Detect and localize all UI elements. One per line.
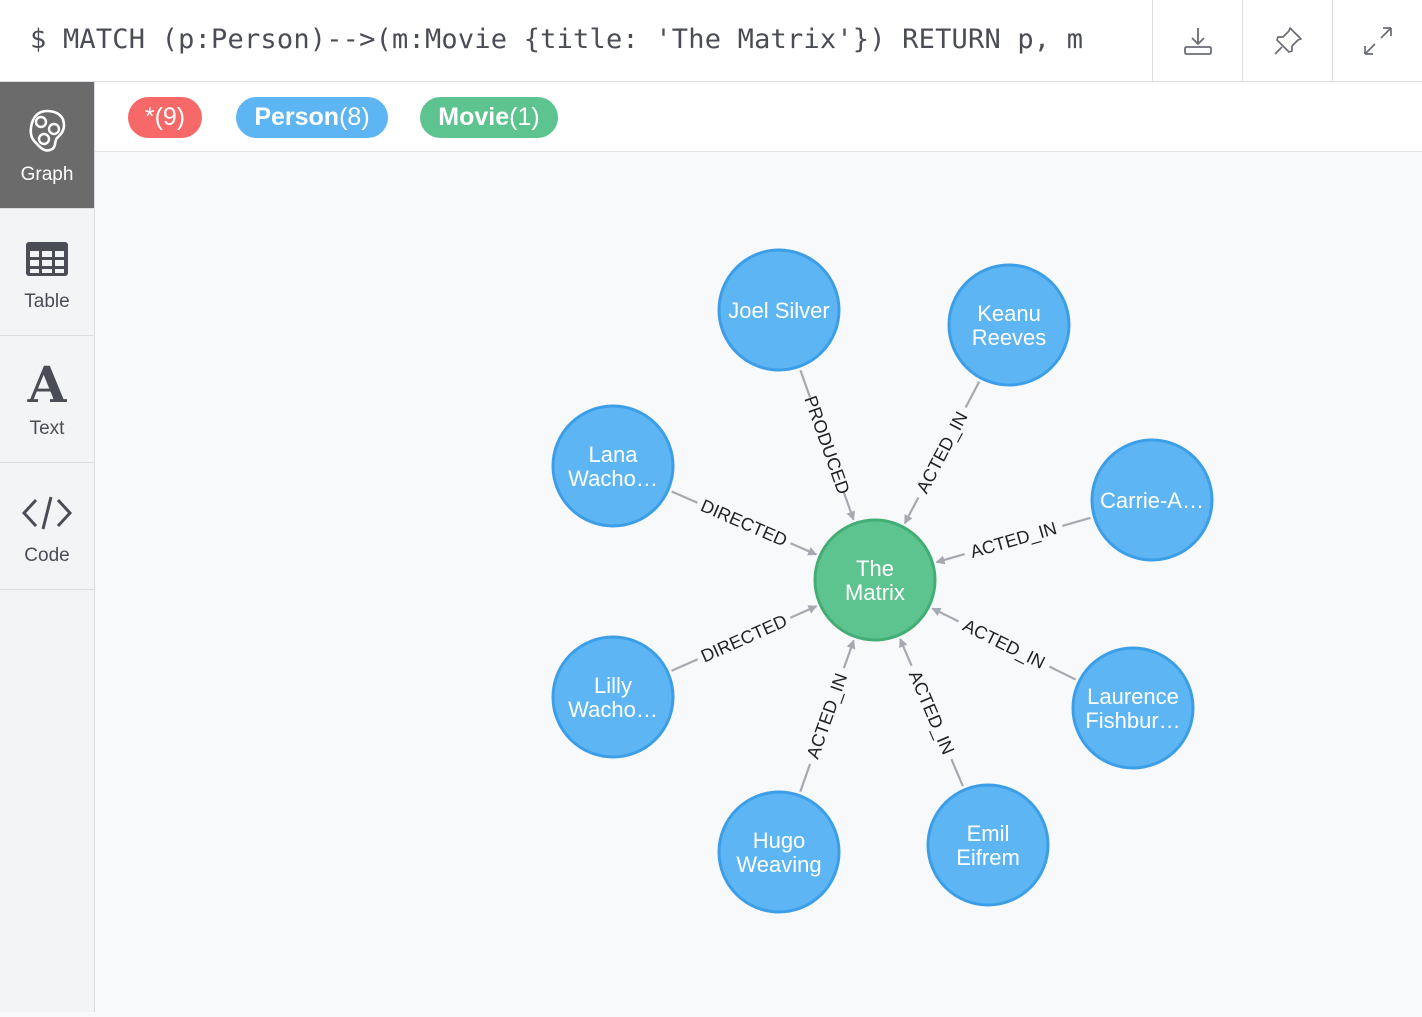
query-prompt: $ xyxy=(30,24,47,55)
relationship-hugo[interactable]: ACTED_IN xyxy=(799,639,856,793)
graph-icon xyxy=(29,109,66,152)
relationship-lana[interactable]: DIRECTED xyxy=(671,490,818,556)
relationship-line xyxy=(950,758,964,787)
filter-person-name: Person xyxy=(254,103,340,131)
node-caption: Fishbur… xyxy=(1085,708,1180,733)
person-node-hugo[interactable]: HugoWeaving xyxy=(717,790,841,914)
node-caption: Carrie-A… xyxy=(1100,488,1204,513)
person-node-lilly[interactable]: LillyWacho… xyxy=(551,635,675,759)
person-node-keanu[interactable]: KeanuReeves xyxy=(947,263,1071,387)
node-caption: Wacho… xyxy=(568,466,658,491)
relationship-line xyxy=(1062,516,1091,527)
relationship-arrow xyxy=(935,553,965,565)
fullscreen-button[interactable] xyxy=(1332,0,1422,82)
filter-all-pill[interactable]: * (9) xyxy=(128,97,202,138)
relationship-arrow xyxy=(903,496,920,525)
relationship-line xyxy=(670,658,699,672)
relationship-label: ACTED_IN xyxy=(803,671,852,762)
filter-movie-name: Movie xyxy=(438,103,510,131)
filter-movie-count: (1) xyxy=(509,103,540,131)
label-filter-bar: * (9) Person (8) Movie (1) xyxy=(95,82,1422,152)
node-caption: Laurence xyxy=(1087,684,1179,709)
download-icon xyxy=(1183,28,1212,55)
relationship-line xyxy=(1049,665,1077,681)
person-node-carrie[interactable]: Carrie-A… xyxy=(1090,438,1214,562)
relationship-emil[interactable]: ACTED_IN xyxy=(899,638,964,787)
table-icon xyxy=(26,242,68,276)
query-input[interactable]: $ MATCH (p:Person)-->(m:Movie {title: 'T… xyxy=(30,24,1083,55)
relationship-arrow xyxy=(842,492,856,521)
node-caption: Joel Silver xyxy=(728,298,829,323)
filter-movie-pill[interactable]: Movie (1) xyxy=(420,97,558,138)
relationship-lilly[interactable]: DIRECTED xyxy=(670,605,818,672)
relationship-label: ACTED_IN xyxy=(904,668,958,758)
relationship-arrow xyxy=(790,542,818,556)
relationship-label: DIRECTED xyxy=(698,611,790,667)
text-icon: A xyxy=(27,360,68,406)
node-caption: Hugo xyxy=(753,828,806,853)
person-node-lana[interactable]: LanaWacho… xyxy=(551,404,675,528)
view-tab-text-label: Text xyxy=(29,418,65,439)
person-node-joel[interactable]: Joel Silver xyxy=(717,248,841,372)
node-caption: Reeves xyxy=(972,325,1047,350)
relationship-arrow xyxy=(899,638,913,667)
movie-node-the-matrix[interactable]: TheMatrix xyxy=(813,518,937,642)
pin-button[interactable] xyxy=(1242,0,1332,82)
relationship-label: ACTED_IN xyxy=(912,408,972,497)
view-tab-code-label: Code xyxy=(24,545,70,566)
node-caption: Wacho… xyxy=(568,697,658,722)
node-caption: Eifrem xyxy=(956,845,1020,870)
relationship-line xyxy=(799,763,812,793)
node-caption: Emil xyxy=(967,821,1010,846)
relationship-label: ACTED_IN xyxy=(968,518,1059,563)
person-node-emil[interactable]: EmilEifrem xyxy=(926,783,1050,907)
svg-text:A: A xyxy=(27,360,68,406)
person-node-laurence[interactable]: LaurenceFishbur… xyxy=(1071,646,1195,770)
relationship-arrow xyxy=(842,639,856,669)
view-tab-graph[interactable]: Graph xyxy=(0,82,94,209)
pin-icon xyxy=(1273,27,1302,55)
relationship-label: DIRECTED xyxy=(698,495,790,550)
view-sidebar: Graph Table A Text Code xyxy=(0,82,95,1012)
node-caption: Keanu xyxy=(977,301,1041,326)
view-tab-table[interactable]: Table xyxy=(0,209,94,336)
node-caption: The xyxy=(856,556,894,581)
relationship-keanu[interactable]: ACTED_IN xyxy=(903,381,981,525)
query-text: MATCH (p:Person)-->(m:Movie {title: 'The… xyxy=(62,24,1084,55)
relationship-label: ACTED_IN xyxy=(959,615,1048,673)
view-tab-graph-label: Graph xyxy=(20,164,74,185)
relationship-joel[interactable]: PRODUCED xyxy=(799,369,856,521)
relationship-arrow xyxy=(789,605,818,619)
filter-all-count: (9) xyxy=(154,103,186,131)
graph-canvas[interactable]: PRODUCED ACTED_IN ACTED_IN ACTED_IN ACTED_IN… xyxy=(95,152,1422,1012)
expand-icon xyxy=(1363,27,1392,55)
view-tab-text[interactable]: A Text xyxy=(0,336,94,463)
node-caption: Weaving xyxy=(736,852,821,877)
node-caption: Matrix xyxy=(845,580,905,605)
filter-person-count: (8) xyxy=(339,103,370,131)
view-tab-code[interactable]: Code xyxy=(0,463,94,590)
code-icon xyxy=(22,496,72,530)
query-bar: $ MATCH (p:Person)-->(m:Movie {title: 'T… xyxy=(0,0,1422,82)
download-button[interactable] xyxy=(1152,0,1242,82)
filter-person-pill[interactable]: Person (8) xyxy=(236,97,388,138)
node-caption: Lilly xyxy=(594,673,632,698)
relationship-line xyxy=(964,381,981,409)
node-caption: Lana xyxy=(589,442,639,467)
relationship-arrow xyxy=(931,607,959,623)
relationship-line xyxy=(671,490,698,504)
relationship-carrie[interactable]: ACTED_IN xyxy=(935,516,1091,565)
relationship-laurence[interactable]: ACTED_IN xyxy=(931,607,1077,681)
view-tab-table-label: Table xyxy=(24,291,70,312)
graph-svg[interactable]: PRODUCED ACTED_INACTED_INACTED_INACTED_IN… xyxy=(95,152,1422,1012)
filter-all-name: * xyxy=(144,103,155,131)
relationship-line xyxy=(799,369,812,398)
relationship-label: PRODUCED xyxy=(800,393,853,497)
